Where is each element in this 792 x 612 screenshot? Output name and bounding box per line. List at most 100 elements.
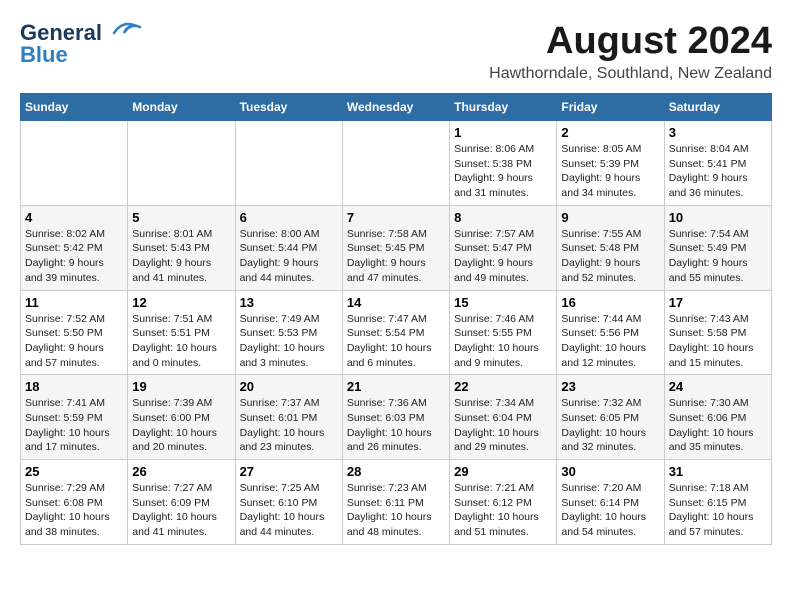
day-info: Sunrise: 7:18 AMSunset: 6:15 PMDaylight:… <box>669 481 767 540</box>
day-info: Sunrise: 8:04 AMSunset: 5:41 PMDaylight:… <box>669 142 767 201</box>
calendar-cell: 7 Sunrise: 7:58 AMSunset: 5:45 PMDaylight… <box>342 205 449 290</box>
calendar-cell: 19 Sunrise: 7:39 AMSunset: 6:00 PMDayligh… <box>128 375 235 460</box>
day-number: 13 <box>240 295 338 310</box>
day-number: 1 <box>454 125 552 140</box>
logo: General Blue <box>20 20 142 68</box>
day-number: 28 <box>347 464 445 479</box>
calendar-cell: 20 Sunrise: 7:37 AMSunset: 6:01 PMDayligh… <box>235 375 342 460</box>
calendar-cell: 16 Sunrise: 7:44 AMSunset: 5:56 PMDayligh… <box>557 290 664 375</box>
calendar-week-4: 18 Sunrise: 7:41 AMSunset: 5:59 PMDayligh… <box>21 375 772 460</box>
calendar-cell: 12Sunrise: 7:51 AMSunset: 5:51 PMDayligh… <box>128 290 235 375</box>
day-info: Sunrise: 8:05 AMSunset: 5:39 PMDaylight:… <box>561 142 659 201</box>
day-info: Sunrise: 7:30 AMSunset: 6:06 PMDaylight:… <box>669 396 767 455</box>
day-number: 5 <box>132 210 230 225</box>
day-info: Sunrise: 7:25 AMSunset: 6:10 PMDaylight:… <box>240 481 338 540</box>
day-info: Sunrise: 8:06 AMSunset: 5:38 PMDaylight:… <box>454 142 552 201</box>
calendar-cell: 25Sunrise: 7:29 AMSunset: 6:08 PMDayligh… <box>21 460 128 545</box>
calendar-week-5: 25Sunrise: 7:29 AMSunset: 6:08 PMDayligh… <box>21 460 772 545</box>
day-info: Sunrise: 7:57 AMSunset: 5:47 PMDaylight:… <box>454 227 552 286</box>
day-number: 16 <box>561 295 659 310</box>
calendar-cell: 8 Sunrise: 7:57 AMSunset: 5:47 PMDaylight… <box>450 205 557 290</box>
day-number: 6 <box>240 210 338 225</box>
day-info: Sunrise: 7:41 AMSunset: 5:59 PMDaylight:… <box>25 396 123 455</box>
day-info: Sunrise: 8:00 AMSunset: 5:44 PMDaylight:… <box>240 227 338 286</box>
day-info: Sunrise: 7:34 AMSunset: 6:04 PMDaylight:… <box>454 396 552 455</box>
calendar-cell <box>342 121 449 206</box>
title-block: August 2024 Hawthorndale, Southland, New… <box>489 20 772 83</box>
calendar-cell: 24 Sunrise: 7:30 AMSunset: 6:06 PMDayligh… <box>664 375 771 460</box>
day-info: Sunrise: 7:49 AMSunset: 5:53 PMDaylight:… <box>240 312 338 371</box>
day-info: Sunrise: 7:44 AMSunset: 5:56 PMDaylight:… <box>561 312 659 371</box>
calendar-week-1: 1 Sunrise: 8:06 AMSunset: 5:38 PMDaylight… <box>21 121 772 206</box>
day-number: 20 <box>240 379 338 394</box>
calendar-cell: 15 Sunrise: 7:46 AMSunset: 5:55 PMDayligh… <box>450 290 557 375</box>
weekday-header-sunday: Sunday <box>21 94 128 121</box>
day-number: 30 <box>561 464 659 479</box>
calendar-cell <box>235 121 342 206</box>
calendar-cell: 14 Sunrise: 7:47 AMSunset: 5:54 PMDayligh… <box>342 290 449 375</box>
day-number: 24 <box>669 379 767 394</box>
weekday-header-thursday: Thursday <box>450 94 557 121</box>
day-info: Sunrise: 7:37 AMSunset: 6:01 PMDaylight:… <box>240 396 338 455</box>
weekday-header-saturday: Saturday <box>664 94 771 121</box>
day-number: 14 <box>347 295 445 310</box>
calendar-cell: 21 Sunrise: 7:36 AMSunset: 6:03 PMDayligh… <box>342 375 449 460</box>
page-header: General Blue August 2024 Hawthorndale, S… <box>20 20 772 83</box>
day-info: Sunrise: 7:21 AMSunset: 6:12 PMDaylight:… <box>454 481 552 540</box>
day-number: 29 <box>454 464 552 479</box>
calendar-cell: 22 Sunrise: 7:34 AMSunset: 6:04 PMDayligh… <box>450 375 557 460</box>
day-info: Sunrise: 7:46 AMSunset: 5:55 PMDaylight:… <box>454 312 552 371</box>
logo-bird-icon <box>104 19 142 41</box>
day-info: Sunrise: 7:27 AMSunset: 6:09 PMDaylight:… <box>132 481 230 540</box>
calendar-cell: 17Sunrise: 7:43 AMSunset: 5:58 PMDayligh… <box>664 290 771 375</box>
day-number: 25 <box>25 464 123 479</box>
day-number: 31 <box>669 464 767 479</box>
logo-blue: Blue <box>20 42 68 68</box>
calendar-cell: 13 Sunrise: 7:49 AMSunset: 5:53 PMDayligh… <box>235 290 342 375</box>
calendar-cell: 27 Sunrise: 7:25 AMSunset: 6:10 PMDayligh… <box>235 460 342 545</box>
weekday-header-friday: Friday <box>557 94 664 121</box>
day-number: 8 <box>454 210 552 225</box>
weekday-header-wednesday: Wednesday <box>342 94 449 121</box>
day-info: Sunrise: 7:43 AMSunset: 5:58 PMDaylight:… <box>669 312 767 371</box>
day-info: Sunrise: 7:52 AMSunset: 5:50 PMDaylight:… <box>25 312 123 371</box>
calendar-cell: 9Sunrise: 7:55 AMSunset: 5:48 PMDaylight… <box>557 205 664 290</box>
calendar-cell: 3Sunrise: 8:04 AMSunset: 5:41 PMDaylight… <box>664 121 771 206</box>
page-title: August 2024 <box>489 20 772 63</box>
day-number: 2 <box>561 125 659 140</box>
day-number: 12 <box>132 295 230 310</box>
page-subtitle: Hawthorndale, Southland, New Zealand <box>489 65 772 83</box>
calendar-cell <box>128 121 235 206</box>
calendar-cell <box>21 121 128 206</box>
day-number: 21 <box>347 379 445 394</box>
day-number: 4 <box>25 210 123 225</box>
calendar-cell: 2 Sunrise: 8:05 AMSunset: 5:39 PMDaylight… <box>557 121 664 206</box>
calendar-cell: 5 Sunrise: 8:01 AMSunset: 5:43 PMDaylight… <box>128 205 235 290</box>
day-number: 7 <box>347 210 445 225</box>
day-info: Sunrise: 8:01 AMSunset: 5:43 PMDaylight:… <box>132 227 230 286</box>
calendar-header-row: SundayMondayTuesdayWednesdayThursdayFrid… <box>21 94 772 121</box>
day-number: 19 <box>132 379 230 394</box>
day-info: Sunrise: 7:36 AMSunset: 6:03 PMDaylight:… <box>347 396 445 455</box>
day-number: 22 <box>454 379 552 394</box>
weekday-header-monday: Monday <box>128 94 235 121</box>
day-info: Sunrise: 7:47 AMSunset: 5:54 PMDaylight:… <box>347 312 445 371</box>
day-info: Sunrise: 7:32 AMSunset: 6:05 PMDaylight:… <box>561 396 659 455</box>
day-number: 15 <box>454 295 552 310</box>
day-number: 18 <box>25 379 123 394</box>
calendar-week-3: 11 Sunrise: 7:52 AMSunset: 5:50 PMDayligh… <box>21 290 772 375</box>
day-info: Sunrise: 7:58 AMSunset: 5:45 PMDaylight:… <box>347 227 445 286</box>
day-number: 27 <box>240 464 338 479</box>
day-info: Sunrise: 7:39 AMSunset: 6:00 PMDaylight:… <box>132 396 230 455</box>
day-info: Sunrise: 7:55 AMSunset: 5:48 PMDaylight:… <box>561 227 659 286</box>
day-number: 11 <box>25 295 123 310</box>
day-number: 23 <box>561 379 659 394</box>
calendar-cell: 23 Sunrise: 7:32 AMSunset: 6:05 PMDayligh… <box>557 375 664 460</box>
calendar-cell: 31 Sunrise: 7:18 AMSunset: 6:15 PMDayligh… <box>664 460 771 545</box>
calendar-table: SundayMondayTuesdayWednesdayThursdayFrid… <box>20 93 772 545</box>
calendar-cell: 26Sunrise: 7:27 AMSunset: 6:09 PMDayligh… <box>128 460 235 545</box>
calendar-week-2: 4Sunrise: 8:02 AMSunset: 5:42 PMDaylight… <box>21 205 772 290</box>
day-number: 10 <box>669 210 767 225</box>
calendar-cell: 1 Sunrise: 8:06 AMSunset: 5:38 PMDaylight… <box>450 121 557 206</box>
calendar-cell: 4Sunrise: 8:02 AMSunset: 5:42 PMDaylight… <box>21 205 128 290</box>
